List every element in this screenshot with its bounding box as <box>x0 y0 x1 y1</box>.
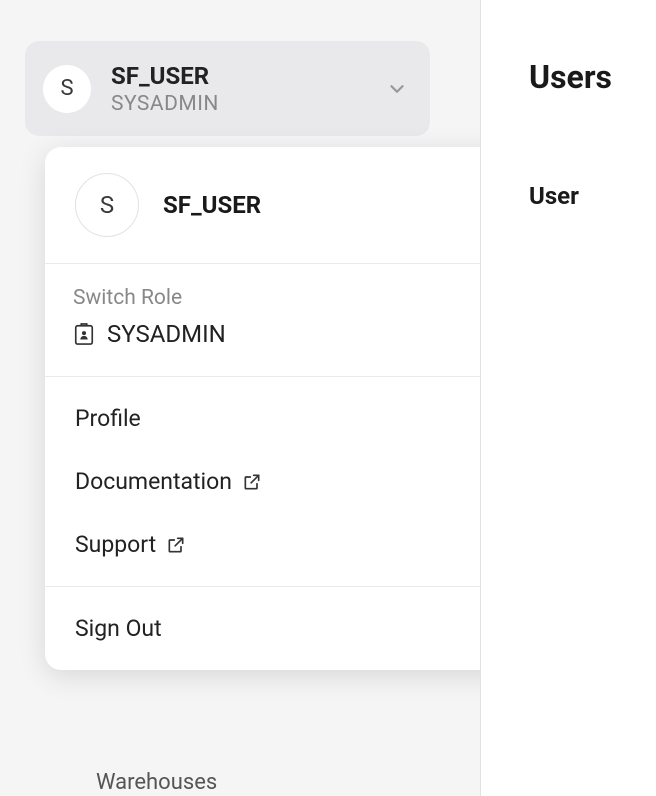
external-link-icon <box>166 535 186 555</box>
user-selector-button[interactable]: S SF_USER SYSADMIN <box>25 41 430 136</box>
menu-item-label: Profile <box>75 405 141 432</box>
user-role: SYSADMIN <box>111 92 386 116</box>
dropdown-username: SF_USER <box>163 191 261 219</box>
nav-item-warehouses[interactable]: Warehouses <box>96 770 217 795</box>
avatar: S <box>75 173 139 237</box>
menu-item-label: Sign Out <box>75 615 162 642</box>
section-heading: User <box>529 182 656 210</box>
switch-role-label: Switch Role <box>73 286 532 310</box>
switch-role-content: Switch Role SYSADMIN <box>73 286 532 348</box>
main-content: Users User <box>480 0 656 796</box>
user-info: SF_USER SYSADMIN <box>111 62 386 116</box>
current-role-value: SYSADMIN <box>107 320 226 348</box>
role-badge-icon <box>73 322 95 346</box>
user-name: SF_USER <box>111 62 386 90</box>
external-link-icon <box>242 472 262 492</box>
avatar: S <box>43 65 91 113</box>
sidebar: S SF_USER SYSADMIN Warehouses S SF_USER … <box>0 0 480 796</box>
current-role-row: SYSADMIN <box>73 320 532 348</box>
page-title: Users <box>529 58 656 96</box>
menu-item-label: Documentation <box>75 468 232 495</box>
menu-item-label: Support <box>75 531 156 558</box>
chevron-down-icon <box>386 78 408 100</box>
